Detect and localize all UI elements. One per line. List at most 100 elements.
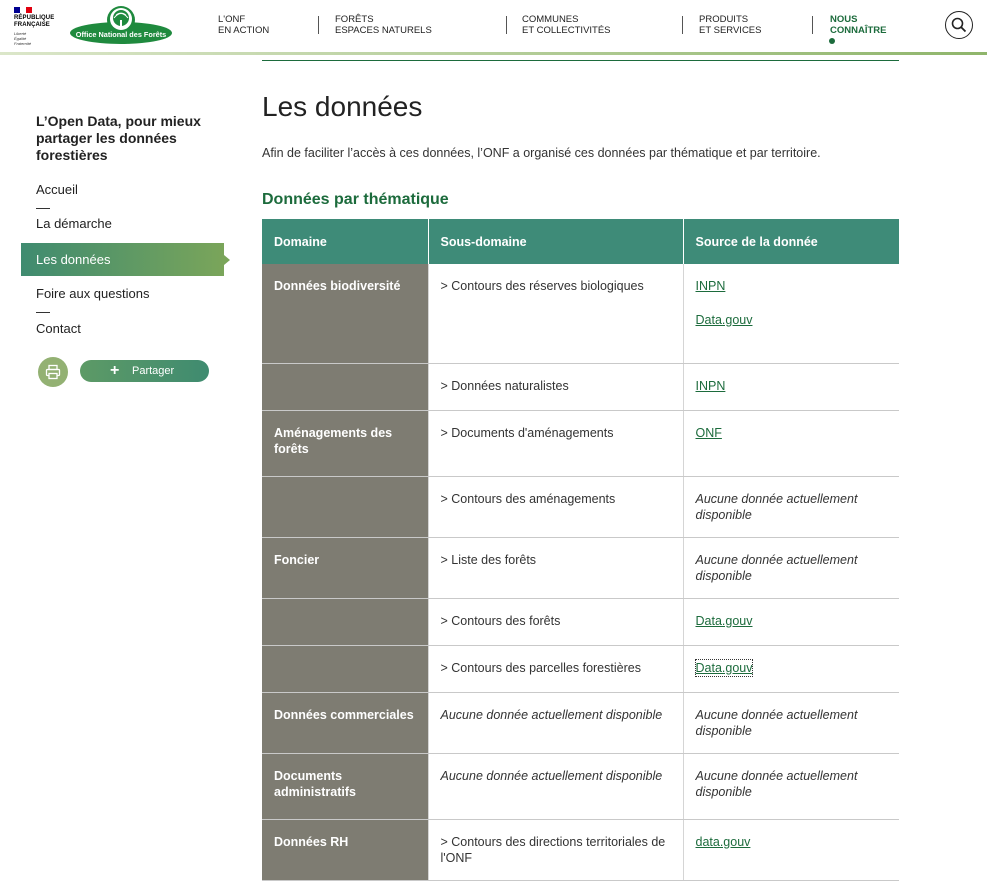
table-row: > Contours des forêts Data.gouv	[262, 598, 899, 646]
table-row: Données commerciales Aucune donnée actue…	[262, 692, 899, 754]
active-nav-indicator	[829, 38, 835, 44]
rf-motto: Liberté Égalité Fraternité	[14, 31, 64, 46]
subdomain-cell: > Contours des forêts	[427, 598, 684, 646]
source-cell: INPN Data.gouv	[683, 264, 899, 364]
table-row: > Contours des parcelles forestières Dat…	[262, 645, 899, 693]
table-row: > Données naturalistes INPN	[262, 363, 899, 411]
header-gradient-bar	[0, 52, 987, 55]
subdomain-cell: > Données naturalistes	[427, 363, 684, 411]
sidebar-divider	[36, 208, 50, 209]
table-row: Données biodiversité > Contours des rése…	[262, 264, 899, 364]
subdomain-cell: > Contours des directions territoriales …	[427, 819, 684, 881]
source-cell: data.gouv	[683, 819, 899, 881]
source-cell: Aucune donnée actuellement disponible	[683, 692, 899, 754]
table-row: Documents administratifs Aucune donnée a…	[262, 753, 899, 820]
sidebar-item-contact[interactable]: Contact	[36, 321, 81, 336]
column-header-source: Source de la donnée	[683, 219, 899, 264]
page-title: Les données	[262, 91, 423, 122]
domain-cell: Données RH	[262, 819, 428, 881]
subdomain-cell: > Liste des forêts	[427, 537, 684, 599]
source-link[interactable]: Data.gouv	[694, 658, 754, 677]
nav-produits[interactable]: PRODUITS ET SERVICES	[699, 14, 761, 36]
search-button[interactable]	[945, 11, 973, 39]
table-row: Aménagements des forêts > Documents d'am…	[262, 410, 899, 477]
republique-francaise-logo[interactable]: RÉPUBLIQUE FRANÇAISE Liberté Égalité Fra…	[14, 7, 64, 46]
plus-icon: +	[110, 362, 120, 379]
data-table: Domaine Sous-domaine Source de la donnée…	[262, 219, 899, 881]
sidebar-item-les-donnees[interactable]: Les données	[21, 243, 230, 276]
nav-divider	[812, 16, 813, 34]
domain-cell: Données biodiversité	[262, 264, 428, 364]
content-top-rule	[262, 60, 899, 61]
share-button[interactable]: + Partager	[80, 360, 209, 382]
domain-cell: Aménagements des forêts	[262, 410, 428, 477]
print-button[interactable]	[38, 357, 68, 387]
source-link[interactable]: INPN	[696, 378, 888, 394]
rf-motto-line: Fraternité	[14, 41, 32, 46]
source-cell: Aucune donnée actuellement disponible	[683, 537, 899, 599]
nav-line: NOUS	[830, 14, 858, 25]
subdomain-cell: Aucune donnée actuellement disponible	[427, 692, 684, 754]
sidebar-title: L’Open Data, pour mieux partager les don…	[36, 113, 201, 163]
subdomain-cell: Aucune donnée actuellement disponible	[427, 753, 684, 820]
subdomain-cell: > Contours des parcelles forestières	[427, 645, 684, 693]
nav-communes[interactable]: COMMUNES ET COLLECTIVITÉS	[522, 14, 611, 36]
subdomain-cell: > Documents d'aménagements	[427, 410, 684, 477]
onf-logo[interactable]: Office National des Forêts	[70, 5, 172, 45]
source-link[interactable]: data.gouv	[696, 834, 888, 850]
french-flag-icon	[14, 7, 32, 13]
source-link[interactable]: ONF	[696, 425, 888, 441]
domain-cell	[262, 476, 428, 538]
source-link[interactable]: Data.gouv	[696, 312, 888, 328]
printer-icon	[45, 364, 61, 380]
nav-line: CONNAÎTRE	[830, 25, 887, 36]
section-title: Données par thématique	[262, 191, 449, 208]
nav-line: EN ACTION	[218, 25, 270, 36]
rf-title-line: FRANÇAISE	[14, 21, 50, 28]
nav-divider	[506, 16, 507, 34]
column-header-sous-domaine: Sous-domaine	[428, 219, 684, 264]
source-link[interactable]: Data.gouv	[696, 613, 888, 629]
table-header-row: Domaine Sous-domaine Source de la donnée	[262, 219, 899, 264]
domain-cell: Foncier	[262, 537, 428, 599]
source-cell: Aucune donnée actuellement disponible	[683, 476, 899, 538]
table-row: > Contours des aménagements Aucune donné…	[262, 476, 899, 538]
domain-cell: Documents administratifs	[262, 753, 428, 820]
nav-nous-connaitre[interactable]: NOUS CONNAÎTRE	[830, 14, 886, 36]
column-header-domaine: Domaine	[262, 219, 429, 264]
domain-cell	[262, 598, 428, 646]
nav-line: ET SERVICES	[699, 25, 762, 36]
source-cell: INPN	[683, 363, 899, 411]
source-cell: ONF	[683, 410, 899, 477]
source-link[interactable]: INPN	[696, 278, 888, 294]
search-icon	[951, 17, 967, 33]
source-cell: Data.gouv	[683, 598, 899, 646]
nav-onf-en-action[interactable]: L'ONF EN ACTION	[218, 14, 269, 36]
onf-logo-text: Office National des Forêts	[76, 30, 166, 39]
nav-forets[interactable]: FORÊTS ESPACES NATURELS	[335, 14, 432, 36]
nav-line: ET COLLECTIVITÉS	[522, 25, 611, 36]
sidebar-divider	[36, 312, 50, 313]
nav-line: L'ONF	[218, 14, 246, 25]
nav-line: PRODUITS	[699, 14, 749, 25]
share-label: Partager	[132, 365, 175, 377]
table-row: Données RH > Contours des directions ter…	[262, 819, 899, 881]
sidebar-item-faq[interactable]: Foire aux questions	[36, 286, 149, 301]
nav-line: FORÊTS	[335, 14, 374, 25]
domain-cell	[262, 363, 428, 411]
nav-divider	[318, 16, 319, 34]
source-cell: Aucune donnée actuellement disponible	[683, 753, 899, 820]
nav-line: COMMUNES	[522, 14, 579, 25]
sidebar-item-la-demarche[interactable]: La démarche	[36, 216, 112, 231]
domain-cell	[262, 645, 428, 693]
domain-cell: Données commerciales	[262, 692, 428, 754]
intro-text: Afin de faciliter l’accès à ces données,…	[262, 146, 821, 160]
site-header: RÉPUBLIQUE FRANÇAISE Liberté Égalité Fra…	[0, 0, 987, 52]
table-row: Foncier > Liste des forêts Aucune donnée…	[262, 537, 899, 599]
nav-divider	[682, 16, 683, 34]
sidebar-item-accueil[interactable]: Accueil	[36, 182, 78, 197]
source-cell: Data.gouv	[683, 645, 899, 693]
subdomain-cell: > Contours des réserves biologiques	[427, 264, 684, 364]
subdomain-cell: > Contours des aménagements	[427, 476, 684, 538]
nav-line: ESPACES NATURELS	[335, 25, 432, 36]
